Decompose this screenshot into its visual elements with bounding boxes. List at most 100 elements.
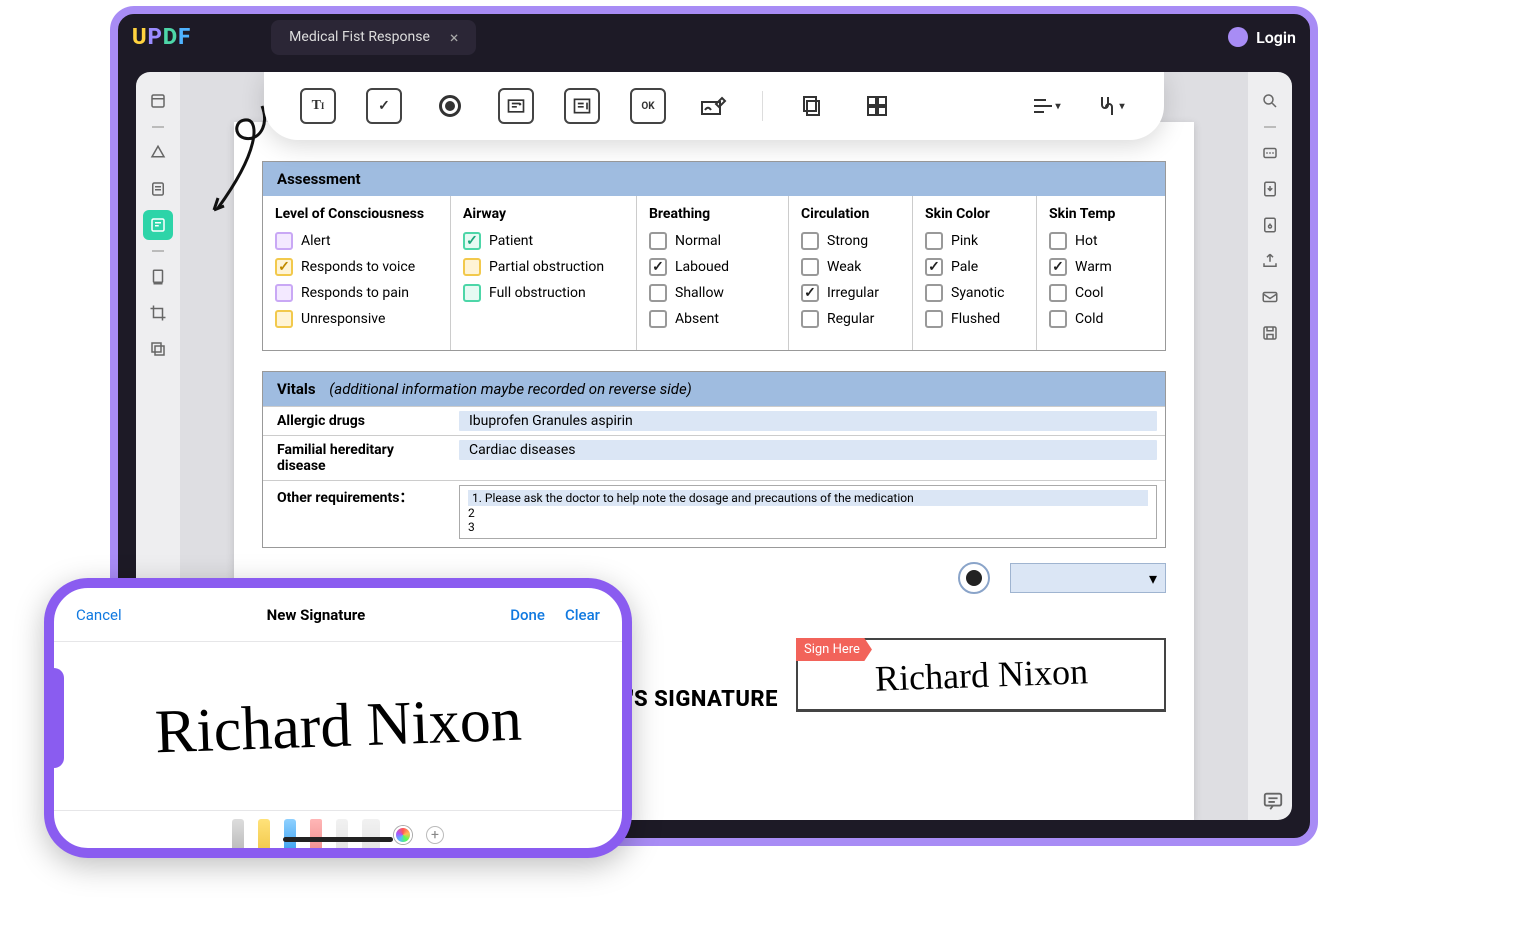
rail-crop-icon[interactable] <box>143 298 173 328</box>
assessment-title: Assessment <box>263 162 1165 196</box>
rail-thumbnails-icon[interactable] <box>143 86 173 116</box>
phone-clear-button[interactable]: Clear <box>565 606 600 624</box>
color-picker-icon[interactable] <box>394 826 412 844</box>
column-title: Circulation <box>801 206 900 222</box>
phone-signature-canvas[interactable]: Richard Nixon <box>54 642 622 810</box>
tool-align[interactable]: ▾ <box>1028 88 1064 124</box>
vitals-field[interactable]: Ibuprofen Granules aspirin <box>451 407 1165 435</box>
radio-indicator[interactable] <box>958 562 990 594</box>
checkbox-icon <box>275 258 293 276</box>
rail-highlight-icon[interactable] <box>143 138 173 168</box>
checkbox-option[interactable]: Unresponsive <box>275 310 438 328</box>
rail-layers-icon[interactable] <box>143 334 173 364</box>
share-icon[interactable] <box>1255 246 1285 276</box>
other-requirements-label: Other requirements： <box>263 481 451 513</box>
checkbox-option[interactable]: Responds to pain <box>275 284 438 302</box>
rail-pages-icon[interactable] <box>143 262 173 292</box>
rail-note-icon[interactable] <box>143 174 173 204</box>
checkbox-icon <box>801 310 819 328</box>
checkbox-option[interactable]: Irregular <box>801 284 900 302</box>
dropdown-field[interactable]: ▾ <box>1010 563 1166 593</box>
pencil-tool-icon[interactable] <box>336 819 348 851</box>
assessment-column: Circulation Strong Weak Irregular Regular <box>789 196 913 350</box>
option-label: Unresponsive <box>301 311 385 327</box>
column-title: Level of Consciousness <box>275 206 438 222</box>
protect-icon[interactable] <box>1255 210 1285 240</box>
add-tool-icon[interactable]: + <box>426 826 444 844</box>
other-requirements-field[interactable]: 1. Please ask the doctor to help note th… <box>459 485 1157 539</box>
eraser-tool-icon[interactable] <box>310 819 322 851</box>
checkbox-icon <box>649 258 667 276</box>
option-label: Weak <box>827 259 861 275</box>
option-label: Absent <box>675 311 719 327</box>
checkbox-option[interactable]: Patient <box>463 232 624 250</box>
option-label: Alert <box>301 233 331 249</box>
tool-radio[interactable] <box>432 88 468 124</box>
checkbox-option[interactable]: Shallow <box>649 284 776 302</box>
checkbox-option[interactable]: Alert <box>275 232 438 250</box>
rail-form-icon[interactable] <box>143 210 173 240</box>
tool-text-field[interactable]: TI <box>300 88 336 124</box>
tool-listbox[interactable] <box>564 88 600 124</box>
tool-copy[interactable] <box>793 88 829 124</box>
vitals-value: Ibuprofen Granules aspirin <box>459 411 1157 431</box>
search-icon[interactable] <box>1255 86 1285 116</box>
checkbox-option[interactable]: Pink <box>925 232 1024 250</box>
checkbox-icon <box>1049 284 1067 302</box>
tool-signature[interactable] <box>696 88 732 124</box>
phone-home-indicator <box>283 837 393 842</box>
tool-checkbox[interactable]: ✓ <box>366 88 402 124</box>
comment-icon[interactable] <box>1258 786 1288 816</box>
tab-close-icon[interactable]: × <box>450 28 459 47</box>
checkbox-option[interactable]: Weak <box>801 258 900 276</box>
tool-button[interactable]: OK <box>630 88 666 124</box>
checkbox-icon <box>275 310 293 328</box>
checkbox-option[interactable]: Laboued <box>649 258 776 276</box>
vitals-section: Vitals (additional information maybe rec… <box>262 371 1166 548</box>
rail-separator <box>1264 126 1276 128</box>
tool-dropdown[interactable] <box>498 88 534 124</box>
checkbox-option[interactable]: Absent <box>649 310 776 328</box>
assessment-table: Assessment Level of Consciousness Alert Re… <box>262 161 1166 351</box>
checkbox-option[interactable]: Cool <box>1049 284 1153 302</box>
vitals-title: Vitals <box>277 380 316 398</box>
tab-title: Medical Fist Response <box>289 29 430 45</box>
tool-grid[interactable] <box>859 88 895 124</box>
checkbox-option[interactable]: Cold <box>1049 310 1153 328</box>
login-button[interactable]: Login <box>1228 27 1296 47</box>
save-icon[interactable] <box>1255 318 1285 348</box>
checkbox-option[interactable]: Flushed <box>925 310 1024 328</box>
checkbox-option[interactable]: Warm <box>1049 258 1153 276</box>
tool-properties[interactable]: ▾ <box>1092 88 1128 124</box>
option-label: Full obstruction <box>489 285 586 301</box>
signature-field[interactable]: Sign Here Richard Nixon <box>796 638 1166 712</box>
checkbox-option[interactable]: Normal <box>649 232 776 250</box>
document-tab[interactable]: Medical Fist Response × <box>271 20 476 55</box>
form-toolbar: TI ✓ OK ▾ ▾ <box>264 72 1164 140</box>
checkbox-option[interactable]: Regular <box>801 310 900 328</box>
phone-notch <box>50 668 64 768</box>
checkbox-option[interactable]: Pale <box>925 258 1024 276</box>
checkbox-icon <box>925 232 943 250</box>
phone-cancel-button[interactable]: Cancel <box>76 606 122 624</box>
checkbox-option[interactable]: Strong <box>801 232 900 250</box>
checkbox-option[interactable]: Syanotic <box>925 284 1024 302</box>
phone-signature: Richard Nixon <box>153 684 522 768</box>
export-icon[interactable] <box>1255 174 1285 204</box>
option-label: Shallow <box>675 285 724 301</box>
phone-done-button[interactable]: Done <box>510 606 545 624</box>
checkbox-icon <box>649 284 667 302</box>
vitals-field[interactable]: Cardiac diseases <box>451 436 1165 480</box>
pen-tool-icon[interactable] <box>232 819 244 851</box>
marker-tool-icon[interactable] <box>284 819 296 851</box>
checkbox-option[interactable]: Full obstruction <box>463 284 624 302</box>
checkbox-option[interactable]: Responds to voice <box>275 258 438 276</box>
option-label: Cool <box>1075 285 1104 301</box>
mail-icon[interactable] <box>1255 282 1285 312</box>
checkbox-option[interactable]: Partial obstruction <box>463 258 624 276</box>
ruler-tool-icon[interactable] <box>362 819 380 851</box>
toolbar-separator <box>762 91 763 121</box>
highlighter-tool-icon[interactable] <box>258 819 270 851</box>
ocr-icon[interactable] <box>1255 138 1285 168</box>
checkbox-option[interactable]: Hot <box>1049 232 1153 250</box>
